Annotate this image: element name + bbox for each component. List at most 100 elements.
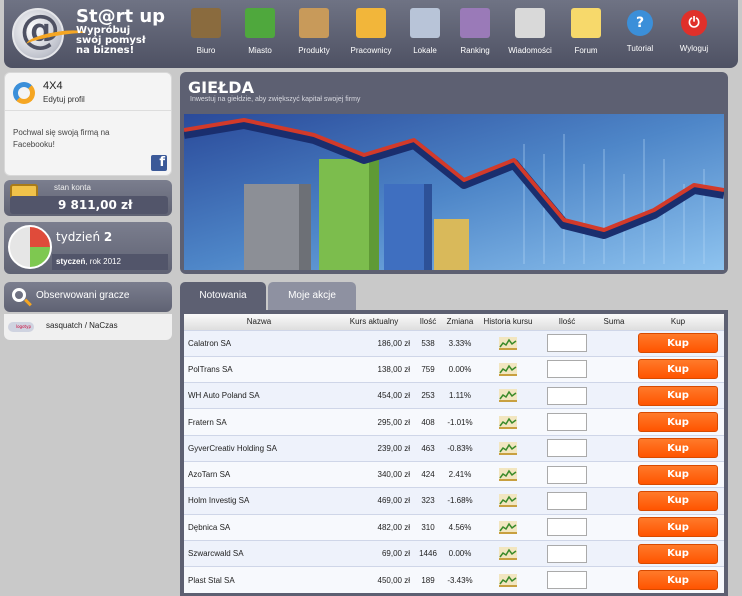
column-header: Ilość — [419, 317, 437, 327]
nav-item-biuro[interactable]: Biuro — [178, 6, 234, 62]
nav-label: Produkty — [298, 46, 330, 55]
buy-cell: Kup — [632, 409, 724, 435]
current-price: 450,00 zł — [377, 575, 410, 585]
buy-cell: Kup — [632, 567, 724, 593]
price-history-cell — [478, 540, 538, 566]
company-name: GyverCreativ Holding SA — [188, 443, 277, 453]
nav-item-wyloguj[interactable]: ⏻ Wyloguj — [668, 6, 720, 62]
quantity-cell — [538, 435, 596, 461]
table-row: Dębnica SA 482,00 zł 310 4.56% Kup — [184, 514, 724, 541]
buy-button[interactable]: Kup — [638, 543, 718, 564]
sum-cell — [596, 435, 632, 461]
logo-subtitle: Wypróbuj swój pomysł na biznes! — [76, 25, 146, 56]
buy-quantity-input[interactable] — [547, 439, 587, 458]
price-history-chart-icon[interactable] — [499, 336, 517, 350]
current-price: 482,00 zł — [377, 522, 410, 532]
nav-label: Forum — [574, 46, 598, 55]
shares-available: 310 — [421, 522, 435, 532]
table-body: Calatron SA 186,00 zł 538 3.33% Kup PolTrans … — [184, 330, 724, 593]
nav-item-miasto[interactable]: Miasto — [234, 6, 286, 62]
startup-logo[interactable]: @ St@rt up Wypróbuj swój pomysł na bizne… — [10, 4, 174, 62]
table-row: AzoTarn SA 340,00 zł 424 2.41% Kup — [184, 461, 724, 488]
nav-label: Wyloguj — [679, 44, 709, 53]
buy-button[interactable]: Kup — [638, 333, 718, 354]
price-history-chart-icon[interactable] — [499, 573, 517, 587]
price-change: 3.33% — [448, 338, 472, 348]
sum-cell — [596, 488, 632, 514]
account-balance: 9 811,00 zł — [10, 196, 168, 214]
buy-button[interactable]: Kup — [638, 412, 718, 433]
table-row: PolTrans SA 138,00 zł 759 0.00% Kup — [184, 356, 724, 383]
buy-quantity-input[interactable] — [547, 544, 587, 563]
price-history-chart-icon[interactable] — [499, 415, 517, 429]
buy-quantity-input[interactable] — [547, 518, 587, 537]
observed-player-item[interactable]: logotyp sasquatch / NaCzas — [4, 314, 172, 340]
nav-item-ranking[interactable]: Ranking — [450, 6, 500, 62]
nav-item-tutorial[interactable]: ? Tutorial — [612, 6, 668, 62]
edit-profile-link[interactable]: Edytuj profil — [43, 95, 85, 104]
buy-quantity-input[interactable] — [547, 571, 587, 590]
current-price: 138,00 zł — [377, 364, 410, 374]
sum-cell — [596, 540, 632, 566]
company-name: WH Auto Poland SA — [188, 391, 260, 401]
nav-item-produkty[interactable]: Produkty — [286, 6, 342, 62]
tab-my-shares[interactable]: Moje akcje — [268, 282, 356, 310]
nav-item-lokale[interactable]: Lokale — [400, 6, 450, 62]
nav-item-pracownicy[interactable]: Pracownicy — [342, 6, 400, 62]
nav-label: Ranking — [460, 46, 490, 55]
nav-label: Miasto — [248, 46, 272, 55]
boxes-icon — [299, 8, 329, 38]
price-history-chart-icon[interactable] — [499, 494, 517, 508]
stock-market-illustration — [184, 114, 724, 270]
price-change: 2.41% — [448, 470, 472, 480]
company-name: AzoTarn SA — [188, 470, 231, 480]
price-history-chart-icon[interactable] — [499, 468, 517, 482]
map-icon — [245, 8, 275, 38]
buy-button[interactable]: Kup — [638, 570, 718, 591]
profile-name: 4X4 — [43, 80, 63, 92]
buy-quantity-input[interactable] — [547, 491, 587, 510]
quantity-cell — [538, 514, 596, 540]
main-navigation: Biuro Miasto Produkty Pracownicy Lokale Ranki… — [178, 6, 720, 62]
column-header: Suma — [603, 317, 625, 327]
nav-item-wiadomości[interactable]: Wiadomości — [500, 6, 560, 62]
shares-available: 759 — [421, 364, 435, 374]
buy-quantity-input[interactable] — [547, 334, 587, 353]
buy-button[interactable]: Kup — [638, 385, 718, 406]
current-price: 186,00 zł — [377, 338, 410, 348]
quantity-cell — [538, 330, 596, 356]
buy-quantity-input[interactable] — [547, 413, 587, 432]
logo-title: St@rt up — [76, 6, 166, 27]
observed-players-header[interactable]: Obserwowani gracze — [4, 282, 172, 312]
observed-player-name[interactable]: sasquatch / NaCzas — [46, 321, 118, 330]
column-header: Kurs aktualny — [349, 317, 399, 327]
price-history-cell — [478, 356, 538, 382]
facebook-icon[interactable]: f — [151, 155, 167, 171]
buy-button[interactable]: Kup — [638, 517, 718, 538]
facebook-share-text[interactable]: Pochwal się swoją firmą na Facebooku! — [13, 127, 143, 151]
table-row: Plast Stal SA 450,00 zł 189 -3.43% Kup — [184, 566, 724, 593]
price-change: -1.01% — [447, 417, 473, 427]
price-history-chart-icon[interactable] — [499, 441, 517, 455]
buy-cell: Kup — [632, 356, 724, 382]
buy-button[interactable]: Kup — [638, 464, 718, 485]
price-history-chart-icon[interactable] — [499, 362, 517, 376]
nav-item-forum[interactable]: Forum — [560, 6, 612, 62]
week-number: 2 — [103, 230, 113, 244]
nav-label: Biuro — [196, 46, 216, 55]
page-title: GIEŁDA — [188, 78, 254, 97]
buy-quantity-input[interactable] — [547, 465, 587, 484]
sum-cell — [596, 461, 632, 487]
buy-quantity-input[interactable] — [547, 360, 587, 379]
tab-quotes[interactable]: Notowania — [180, 282, 266, 310]
price-history-chart-icon[interactable] — [499, 520, 517, 534]
buy-button[interactable]: Kup — [638, 438, 718, 459]
price-history-chart-icon[interactable] — [499, 547, 517, 561]
buy-quantity-input[interactable] — [547, 386, 587, 405]
current-price: 340,00 zł — [377, 470, 410, 480]
price-change: -0.83% — [447, 443, 473, 453]
buy-button[interactable]: Kup — [638, 490, 718, 511]
buy-button[interactable]: Kup — [638, 359, 718, 380]
price-history-chart-icon[interactable] — [499, 389, 517, 403]
shares-available: 463 — [421, 443, 435, 453]
